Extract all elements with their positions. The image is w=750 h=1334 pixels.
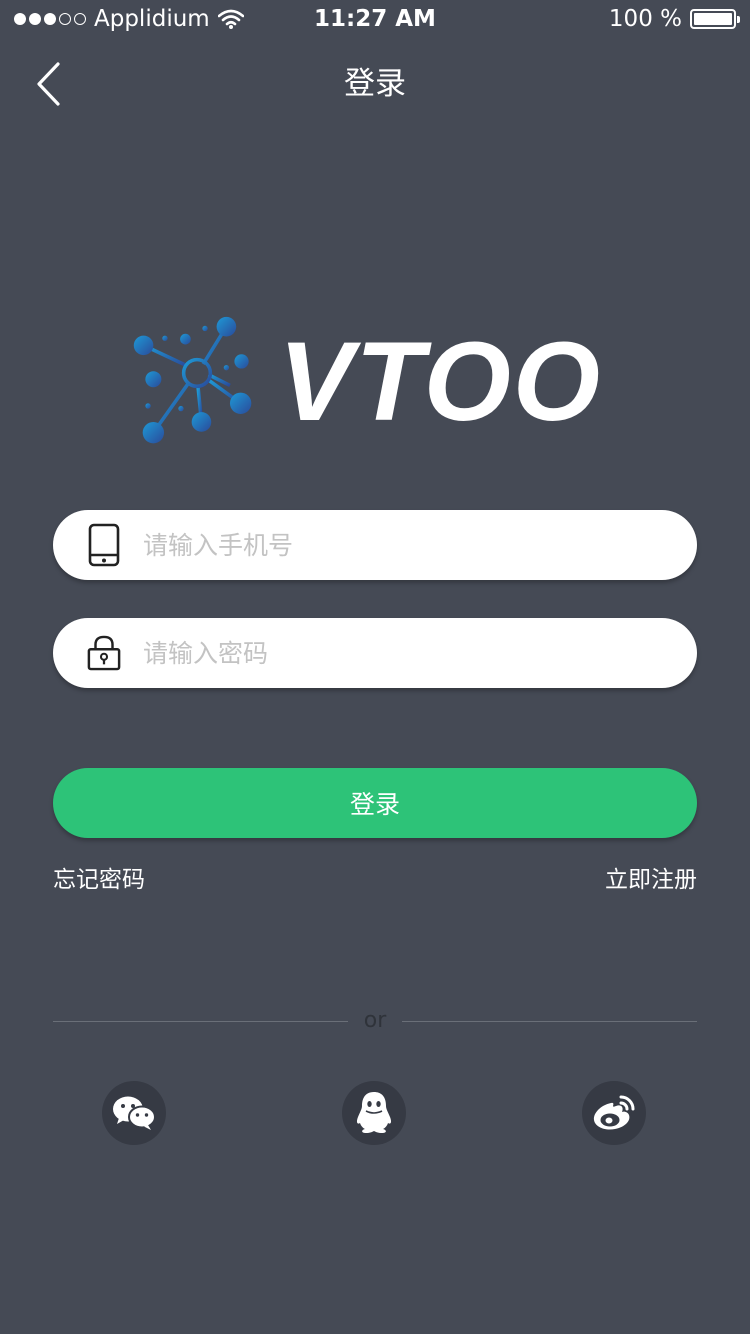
divider-line-left bbox=[53, 1021, 348, 1022]
register-link[interactable]: 立即注册 bbox=[605, 864, 697, 896]
app-logo: VTOO bbox=[132, 306, 602, 456]
forgot-password-link[interactable]: 忘记密码 bbox=[53, 864, 145, 896]
wechat-login-button[interactable] bbox=[102, 1081, 166, 1145]
divider-line-right bbox=[402, 1021, 697, 1022]
password-input[interactable] bbox=[141, 637, 645, 669]
page-title: 登录 bbox=[344, 66, 406, 102]
battery-icon bbox=[690, 9, 740, 29]
weibo-icon bbox=[593, 1095, 635, 1130]
network-nodes-icon bbox=[133, 316, 252, 444]
status-bar-right: 100 % bbox=[608, 4, 740, 34]
password-field[interactable] bbox=[53, 618, 697, 688]
battery-percent: 100 % bbox=[608, 6, 682, 32]
phone-field[interactable] bbox=[53, 510, 697, 580]
lock-icon bbox=[87, 631, 121, 675]
logo-text: VTOO bbox=[278, 318, 602, 444]
wechat-icon bbox=[113, 1096, 156, 1130]
weibo-login-button[interactable] bbox=[582, 1081, 646, 1145]
phone-input[interactable] bbox=[141, 529, 645, 561]
divider-or-text: or bbox=[363, 1008, 387, 1033]
qq-login-button[interactable] bbox=[342, 1081, 406, 1145]
phone-icon bbox=[87, 523, 121, 567]
login-button[interactable]: 登录 bbox=[53, 768, 697, 838]
qq-icon bbox=[356, 1092, 392, 1133]
